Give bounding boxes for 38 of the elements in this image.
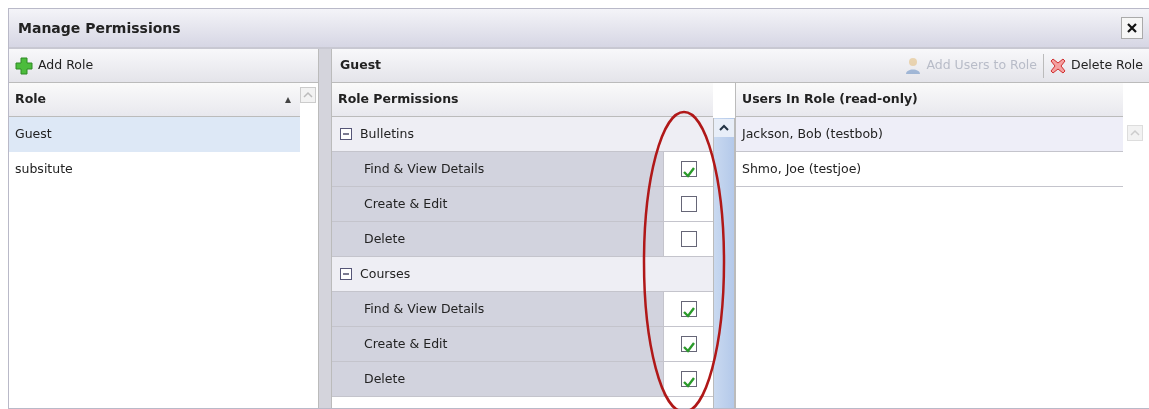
column-header[interactable]: Role xyxy=(9,83,300,117)
permission-label: Find & View Details xyxy=(364,159,485,178)
close-icon xyxy=(1126,22,1138,34)
scrollbar[interactable] xyxy=(713,118,735,408)
checkbox[interactable] xyxy=(680,231,697,247)
checkbox[interactable] xyxy=(680,336,697,352)
column-header[interactable]: Role Permissions xyxy=(332,83,713,117)
collapse-icon xyxy=(340,128,352,140)
checkbox[interactable] xyxy=(680,371,697,387)
plus-icon xyxy=(15,56,33,75)
scroll-up-icon xyxy=(300,86,316,103)
x-icon xyxy=(1050,57,1066,74)
permission-label: Create & Edit xyxy=(364,194,448,213)
add-role-button[interactable]: Add Role xyxy=(9,49,100,82)
scroll-up-icon xyxy=(1127,124,1143,141)
checkbox[interactable] xyxy=(680,161,697,177)
close-button[interactable] xyxy=(1121,17,1143,39)
collapse-icon xyxy=(340,268,352,280)
role-row[interactable]: Guest xyxy=(9,117,300,152)
permission-label: Find & View Details xyxy=(364,299,485,318)
checkbox[interactable] xyxy=(680,196,697,212)
group-row[interactable]: Bulletins xyxy=(332,117,713,152)
column-title: Role xyxy=(15,90,46,109)
user-row[interactable]: Jackson, Bob (testbob) xyxy=(736,117,1123,152)
role-title: Guest xyxy=(339,56,382,75)
window-title: Manage Permissions xyxy=(18,19,181,37)
permission-label: Create & Edit xyxy=(364,334,448,353)
permission-label: Delete xyxy=(364,229,406,248)
group-name: Bulletins xyxy=(360,124,414,143)
role-row[interactable]: subsitute xyxy=(9,152,300,187)
column-header[interactable]: Users In Role (read-only) xyxy=(736,83,1123,117)
scroll-up-icon xyxy=(714,118,734,137)
delete-role-button[interactable]: Delete Role xyxy=(1044,49,1149,82)
checkbox[interactable] xyxy=(680,301,697,317)
group-row[interactable]: Courses xyxy=(332,257,713,292)
permission-label: Delete xyxy=(364,369,406,388)
group-name: Courses xyxy=(360,264,411,283)
person-icon xyxy=(905,56,922,75)
